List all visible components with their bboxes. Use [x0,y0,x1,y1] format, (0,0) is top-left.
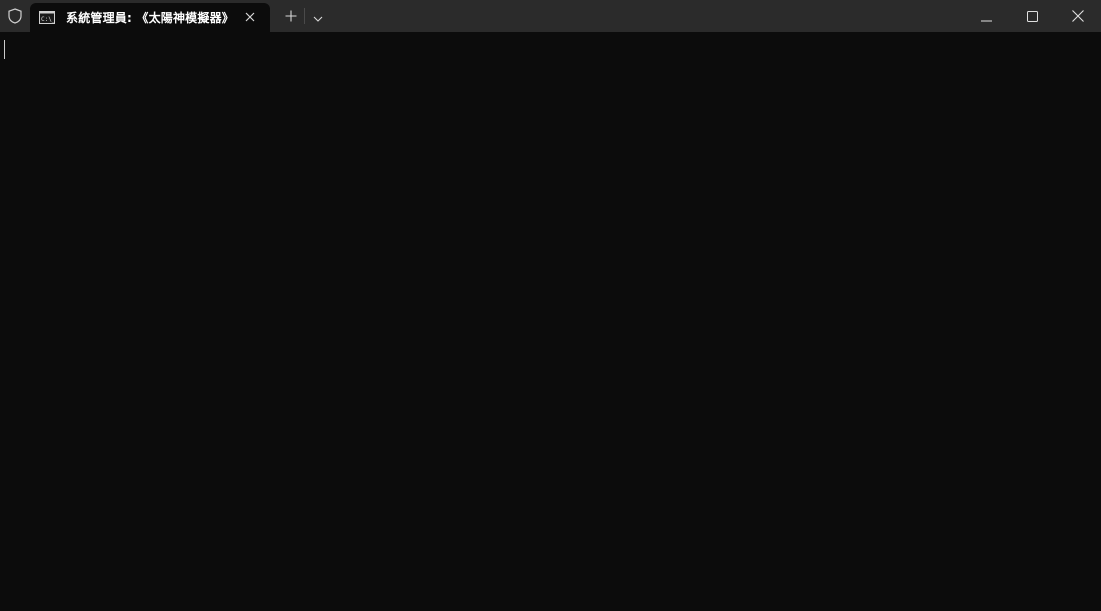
chevron-down-icon [313,7,323,26]
svg-text:C:\_: C:\_ [41,16,55,23]
terminal-window: C:\_ 系統管理員: 《太陽神模擬器》 [0,0,1101,611]
minimize-icon [980,7,992,26]
toolbar-divider [304,8,305,24]
drag-region[interactable] [329,0,963,32]
title-bar[interactable]: C:\_ 系統管理員: 《太陽神模擬器》 [0,0,1101,32]
maximize-button[interactable] [1009,0,1055,32]
close-button[interactable] [1055,0,1101,32]
profile-dropdown-button[interactable] [307,0,329,32]
new-tab-button[interactable] [280,0,302,32]
admin-shield-icon [0,0,30,32]
text-cursor [4,40,5,59]
plus-icon [285,7,297,26]
tab-admin-terminal[interactable]: C:\_ 系統管理員: 《太陽神模擬器》 [30,3,270,32]
command-prompt-icon: C:\_ [39,11,55,24]
close-icon [1072,7,1084,26]
minimize-button[interactable] [963,0,1009,32]
terminal-output-area[interactable] [0,32,1101,611]
tab-close-icon[interactable] [242,9,258,25]
maximize-icon [1026,7,1038,26]
tab-title: 系統管理員: 《太陽神模擬器》 [66,11,234,25]
